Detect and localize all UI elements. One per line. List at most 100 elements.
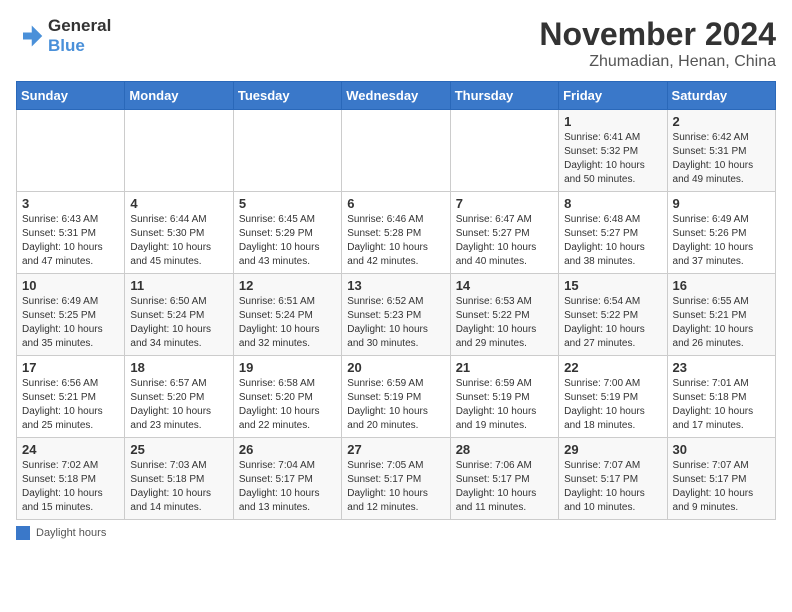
- legend: Daylight hours: [16, 526, 776, 540]
- calendar-cell: 30 Sunrise: 7:07 AM Sunset: 5:17 PM Dayli…: [667, 438, 775, 520]
- legend-color-box: [16, 526, 30, 540]
- calendar-cell: 9 Sunrise: 6:49 AM Sunset: 5:26 PM Daylig…: [667, 192, 775, 274]
- day-info: Sunrise: 6:58 AM Sunset: 5:20 PM Dayligh…: [239, 377, 336, 433]
- calendar-cell: 5 Sunrise: 6:45 AM Sunset: 5:29 PM Daylig…: [233, 192, 341, 274]
- day-info: Sunrise: 7:02 AM Sunset: 5:18 PM Dayligh…: [22, 459, 119, 515]
- day-number: 15: [564, 278, 661, 293]
- day-info: Sunrise: 6:48 AM Sunset: 5:27 PM Dayligh…: [564, 213, 661, 269]
- calendar-cell: 7 Sunrise: 6:47 AM Sunset: 5:27 PM Daylig…: [450, 192, 558, 274]
- logo-icon: [16, 22, 44, 50]
- day-info: Sunrise: 6:43 AM Sunset: 5:31 PM Dayligh…: [22, 213, 119, 269]
- calendar-cell: 21 Sunrise: 6:59 AM Sunset: 5:19 PM Dayli…: [450, 356, 558, 438]
- calendar-cell: [17, 110, 125, 192]
- calendar-cell: 14Sunrise: 6:53 AM Sunset: 5:22 PM Dayli…: [450, 274, 558, 356]
- calendar-cell: 26 Sunrise: 7:04 AM Sunset: 5:17 PM Dayli…: [233, 438, 341, 520]
- calendar-cell: 19 Sunrise: 6:58 AM Sunset: 5:20 PM Dayli…: [233, 356, 341, 438]
- day-info: Sunrise: 6:49 AM Sunset: 5:25 PM Dayligh…: [22, 295, 119, 351]
- calendar-cell: [125, 110, 233, 192]
- legend-text: Daylight hours: [36, 527, 106, 539]
- day-number: 19: [239, 360, 336, 375]
- day-info: Sunrise: 6:45 AM Sunset: 5:29 PM Dayligh…: [239, 213, 336, 269]
- calendar-cell: 29Sunrise: 7:07 AM Sunset: 5:17 PM Dayli…: [559, 438, 667, 520]
- day-info: Sunrise: 6:50 AM Sunset: 5:24 PM Dayligh…: [130, 295, 227, 351]
- calendar-cell: 23Sunrise: 7:01 AM Sunset: 5:18 PM Dayli…: [667, 356, 775, 438]
- calendar-cell: 13 Sunrise: 6:52 AM Sunset: 5:23 PM Dayli…: [342, 274, 450, 356]
- day-number: 17: [22, 360, 119, 375]
- day-number: 11: [130, 278, 227, 293]
- day-info: Sunrise: 6:41 AM Sunset: 5:32 PM Dayligh…: [564, 131, 661, 187]
- day-info: Sunrise: 7:05 AM Sunset: 5:17 PM Dayligh…: [347, 459, 444, 515]
- calendar-week-row: 17Sunrise: 6:56 AM Sunset: 5:21 PM Dayli…: [17, 356, 776, 438]
- day-info: Sunrise: 6:52 AM Sunset: 5:23 PM Dayligh…: [347, 295, 444, 351]
- day-info: Sunrise: 7:04 AM Sunset: 5:17 PM Dayligh…: [239, 459, 336, 515]
- calendar-cell: 22 Sunrise: 7:00 AM Sunset: 5:19 PM Dayli…: [559, 356, 667, 438]
- day-info: Sunrise: 7:07 AM Sunset: 5:17 PM Dayligh…: [673, 459, 770, 515]
- calendar-week-row: 3 Sunrise: 6:43 AM Sunset: 5:31 PM Daylig…: [17, 192, 776, 274]
- day-number: 12: [239, 278, 336, 293]
- header: General Blue November 2024 Zhumadian, He…: [16, 16, 776, 71]
- day-number: 2: [673, 114, 770, 129]
- logo-text: General Blue: [48, 16, 111, 56]
- day-number: 13: [347, 278, 444, 293]
- calendar-cell: 18Sunrise: 6:57 AM Sunset: 5:20 PM Dayli…: [125, 356, 233, 438]
- calendar-cell: 8 Sunrise: 6:48 AM Sunset: 5:27 PM Daylig…: [559, 192, 667, 274]
- calendar-cell: 1 Sunrise: 6:41 AM Sunset: 5:32 PM Daylig…: [559, 110, 667, 192]
- day-number: 21: [456, 360, 553, 375]
- calendar-cell: 2 Sunrise: 6:42 AM Sunset: 5:31 PM Daylig…: [667, 110, 775, 192]
- day-info: Sunrise: 6:59 AM Sunset: 5:19 PM Dayligh…: [456, 377, 553, 433]
- calendar-cell: 12Sunrise: 6:51 AM Sunset: 5:24 PM Dayli…: [233, 274, 341, 356]
- day-info: Sunrise: 6:47 AM Sunset: 5:27 PM Dayligh…: [456, 213, 553, 269]
- calendar-header-saturday: Saturday: [667, 82, 775, 110]
- title-area: November 2024 Zhumadian, Henan, China: [539, 16, 776, 71]
- calendar-header-thursday: Thursday: [450, 82, 558, 110]
- day-number: 25: [130, 442, 227, 457]
- day-info: Sunrise: 7:03 AM Sunset: 5:18 PM Dayligh…: [130, 459, 227, 515]
- day-number: 30: [673, 442, 770, 457]
- day-number: 18: [130, 360, 227, 375]
- day-number: 9: [673, 196, 770, 211]
- day-number: 14: [456, 278, 553, 293]
- calendar-header-friday: Friday: [559, 82, 667, 110]
- calendar-week-row: 10 Sunrise: 6:49 AM Sunset: 5:25 PM Dayli…: [17, 274, 776, 356]
- day-number: 1: [564, 114, 661, 129]
- calendar-cell: 24Sunrise: 7:02 AM Sunset: 5:18 PM Dayli…: [17, 438, 125, 520]
- location-title: Zhumadian, Henan, China: [539, 53, 776, 71]
- calendar-header-tuesday: Tuesday: [233, 82, 341, 110]
- day-info: Sunrise: 6:46 AM Sunset: 5:28 PM Dayligh…: [347, 213, 444, 269]
- day-number: 29: [564, 442, 661, 457]
- day-number: 4: [130, 196, 227, 211]
- calendar-header-sunday: Sunday: [17, 82, 125, 110]
- day-info: Sunrise: 7:00 AM Sunset: 5:19 PM Dayligh…: [564, 377, 661, 433]
- calendar-cell: 10 Sunrise: 6:49 AM Sunset: 5:25 PM Dayli…: [17, 274, 125, 356]
- day-number: 7: [456, 196, 553, 211]
- day-number: 22: [564, 360, 661, 375]
- day-info: Sunrise: 6:42 AM Sunset: 5:31 PM Dayligh…: [673, 131, 770, 187]
- day-number: 8: [564, 196, 661, 211]
- day-info: Sunrise: 6:54 AM Sunset: 5:22 PM Dayligh…: [564, 295, 661, 351]
- calendar-cell: [233, 110, 341, 192]
- month-title: November 2024: [539, 16, 776, 53]
- day-number: 5: [239, 196, 336, 211]
- calendar-header-monday: Monday: [125, 82, 233, 110]
- calendar-cell: 16Sunrise: 6:55 AM Sunset: 5:21 PM Dayli…: [667, 274, 775, 356]
- day-number: 23: [673, 360, 770, 375]
- calendar-cell: 20Sunrise: 6:59 AM Sunset: 5:19 PM Dayli…: [342, 356, 450, 438]
- day-number: 3: [22, 196, 119, 211]
- logo: General Blue: [16, 16, 111, 56]
- calendar-cell: 4 Sunrise: 6:44 AM Sunset: 5:30 PM Daylig…: [125, 192, 233, 274]
- calendar-cell: 17Sunrise: 6:56 AM Sunset: 5:21 PM Dayli…: [17, 356, 125, 438]
- calendar-header-wednesday: Wednesday: [342, 82, 450, 110]
- day-number: 28: [456, 442, 553, 457]
- calendar-cell: [450, 110, 558, 192]
- calendar-cell: 15 Sunrise: 6:54 AM Sunset: 5:22 PM Dayli…: [559, 274, 667, 356]
- day-number: 26: [239, 442, 336, 457]
- day-info: Sunrise: 6:59 AM Sunset: 5:19 PM Dayligh…: [347, 377, 444, 433]
- calendar-cell: 27Sunrise: 7:05 AM Sunset: 5:17 PM Dayli…: [342, 438, 450, 520]
- day-info: Sunrise: 6:44 AM Sunset: 5:30 PM Dayligh…: [130, 213, 227, 269]
- day-info: Sunrise: 7:06 AM Sunset: 5:17 PM Dayligh…: [456, 459, 553, 515]
- day-number: 6: [347, 196, 444, 211]
- day-info: Sunrise: 6:49 AM Sunset: 5:26 PM Dayligh…: [673, 213, 770, 269]
- day-number: 10: [22, 278, 119, 293]
- calendar-week-row: 24Sunrise: 7:02 AM Sunset: 5:18 PM Dayli…: [17, 438, 776, 520]
- calendar-cell: 11 Sunrise: 6:50 AM Sunset: 5:24 PM Dayli…: [125, 274, 233, 356]
